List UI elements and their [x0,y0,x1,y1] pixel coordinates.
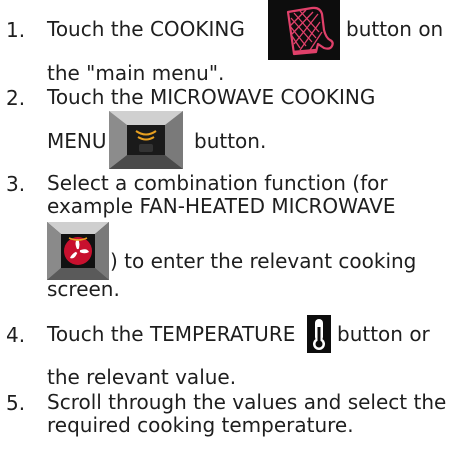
step-text: the "main menu". [47,61,225,85]
step-number: 2. [6,86,26,110]
step-number: 4. [6,323,26,347]
step-text: ) to enter the relevant cooking [110,249,417,273]
step-text: Scroll through the values and select the [47,390,447,414]
step-text: example FAN-HEATED MICROWAVE [47,194,396,218]
step-text: button or [337,322,430,346]
step-text: button. [194,129,267,153]
fan-heated-microwave-icon [47,222,109,280]
step-text: required cooking temperature. [47,413,354,437]
step-text: MENU [47,129,107,153]
step-text: Select a combination function (for [47,171,388,195]
step-text: button on [346,17,444,41]
step-number: 1. [6,18,26,42]
step-text: screen. [47,277,120,301]
thermometer-icon [307,315,331,353]
step-text: the relevant value. [47,365,237,389]
oven-mitt-icon [268,0,340,60]
step-text: Touch the COOKING [47,17,245,41]
microwave-menu-icon [109,111,183,169]
step-text: Touch the TEMPERATURE [47,322,296,346]
step-number: 3. [6,172,26,196]
step-number: 5. [6,391,26,415]
step-text: Touch the MICROWAVE COOKING [47,85,376,109]
